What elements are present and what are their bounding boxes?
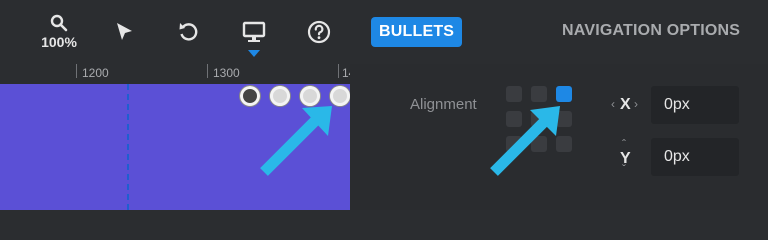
slider-bullet[interactable] xyxy=(300,86,320,106)
ruler-label: 1200 xyxy=(82,66,109,80)
slider-bullet[interactable] xyxy=(270,86,290,106)
align-bottom-left[interactable] xyxy=(506,136,522,152)
down-arrow-icon: ˇ xyxy=(622,162,626,176)
x-offset-label: X xyxy=(620,96,631,113)
select-tool-button[interactable] xyxy=(108,0,140,64)
magnifier-icon xyxy=(50,14,68,32)
align-middle-left[interactable] xyxy=(506,111,522,127)
undo-button[interactable] xyxy=(172,0,204,64)
slide-canvas[interactable] xyxy=(0,84,350,210)
align-top-right[interactable] xyxy=(556,86,572,102)
zoom-level: 100% xyxy=(41,34,77,50)
horizontal-ruler: 1200 1300 14 xyxy=(0,64,355,85)
help-icon xyxy=(307,20,331,44)
ruler-tick xyxy=(76,64,77,78)
align-top-center[interactable] xyxy=(531,86,547,102)
ruler-label: 1300 xyxy=(213,66,240,80)
tab-navigation-options[interactable]: NAVIGATION OPTIONS xyxy=(562,22,740,40)
active-view-indicator xyxy=(248,50,260,57)
align-middle-right[interactable] xyxy=(556,111,572,127)
undo-icon xyxy=(179,23,198,41)
align-top-left[interactable] xyxy=(506,86,522,102)
zoom-button[interactable]: 100% xyxy=(38,0,80,64)
cursor-icon xyxy=(117,23,132,40)
up-arrow-icon: ˆ xyxy=(622,137,626,151)
ruler-tick xyxy=(338,64,339,78)
right-arrow-icon: › xyxy=(634,97,638,111)
y-offset-input[interactable]: 0px xyxy=(651,138,739,176)
left-arrow-icon: ‹ xyxy=(611,97,615,111)
guide-line[interactable] xyxy=(127,84,129,210)
help-button[interactable] xyxy=(303,0,335,64)
monitor-icon xyxy=(242,21,266,42)
editor-panel: 100% 1200 1300 14 xyxy=(0,0,355,210)
slider-bullet[interactable] xyxy=(240,86,260,106)
tab-bullets[interactable]: BULLETS xyxy=(371,17,463,47)
ruler-tick xyxy=(207,64,208,78)
align-middle-center[interactable] xyxy=(531,111,547,127)
settings-tabs: BULLETS NAVIGATION OPTIONS xyxy=(350,0,768,64)
settings-panel: BULLETS NAVIGATION OPTIONS Alignment ‹ X… xyxy=(350,0,768,210)
editor-toolbar: 100% xyxy=(0,0,350,64)
slider-bullet[interactable] xyxy=(330,86,350,106)
align-bottom-center[interactable] xyxy=(531,136,547,152)
x-offset-input[interactable]: 0px xyxy=(651,86,739,124)
alignment-label: Alignment xyxy=(410,96,477,113)
align-bottom-right[interactable] xyxy=(556,136,572,152)
